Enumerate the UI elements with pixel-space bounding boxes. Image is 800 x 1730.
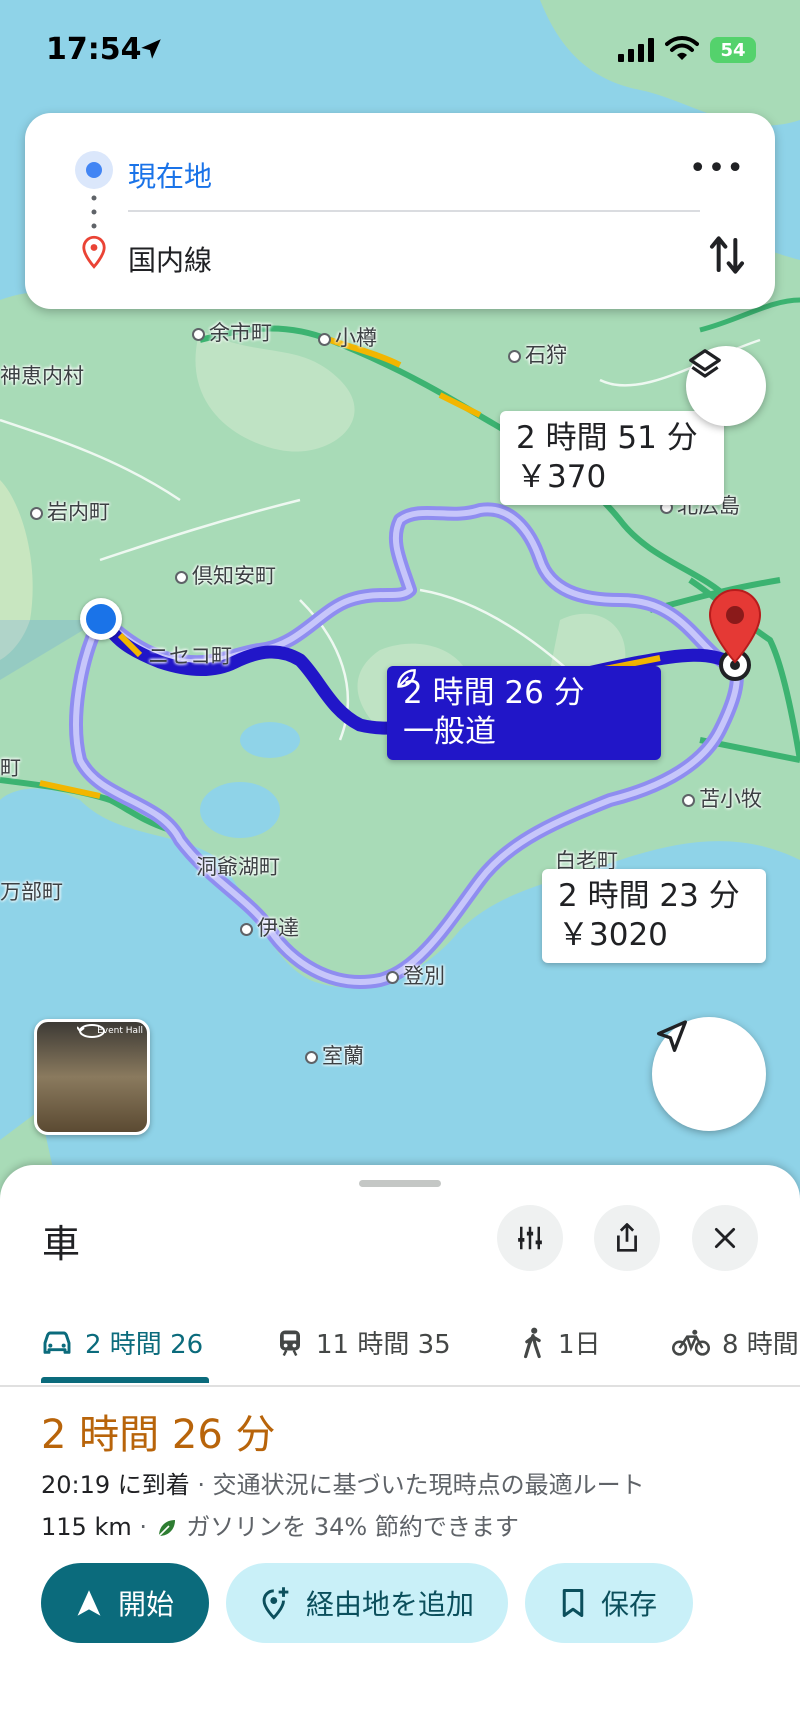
tab-label: 1日 xyxy=(558,1330,601,1360)
place-label: 苫小牧 xyxy=(682,783,762,813)
tab-car[interactable]: 2 時間 26 xyxy=(41,1324,203,1361)
route-detail: ￥370 xyxy=(516,458,607,495)
save-button[interactable]: 保存 xyxy=(525,1563,693,1643)
wifi-icon xyxy=(665,36,699,60)
layers-button[interactable] xyxy=(686,346,766,426)
battery-indicator: 54 xyxy=(710,37,756,63)
location-arrow-icon xyxy=(141,39,161,59)
bike-icon xyxy=(672,1329,710,1356)
place-label: 岩内町 xyxy=(30,496,110,526)
directions-sheet: 車 2 時間 26 11 時間 35 1日 8 時間 2 時間 26 分 20:… xyxy=(0,1165,800,1730)
route-distance: 115 km xyxy=(41,1513,132,1541)
route-callout-alt2[interactable]: 2 時間 23 分 ￥3020 xyxy=(542,869,766,963)
navigation-start-icon xyxy=(77,1590,101,1616)
place-label: 万部町 xyxy=(0,880,63,904)
destination-text: 国内線 xyxy=(128,244,213,277)
destination-pin-icon xyxy=(708,588,762,664)
arrival-info: 20:19 に到着 · 交通状況に基づいた現時点の最適ルート xyxy=(41,1465,645,1500)
field-divider xyxy=(128,210,700,212)
add-location-icon xyxy=(262,1587,289,1620)
close-button[interactable] xyxy=(692,1205,758,1271)
route-time: 2 時間 51 分 xyxy=(516,420,698,456)
car-icon xyxy=(43,1331,71,1354)
eco-leaf-icon xyxy=(158,1520,175,1537)
route-callout-alt1[interactable]: 2 時間 51 分 ￥370 xyxy=(500,411,724,505)
street-view-thumbnail[interactable]: Event Hall xyxy=(34,1019,150,1135)
place-label: 石狩 xyxy=(508,339,567,369)
tune-icon xyxy=(518,1226,542,1250)
status-time: 17:54 xyxy=(46,32,142,67)
current-location-dot xyxy=(80,598,122,640)
route-duration: 2 時間 26 分 xyxy=(41,1412,276,1458)
tab-label: 2 時間 26 xyxy=(85,1330,204,1360)
origin-text: 現在地 xyxy=(128,160,213,193)
distance-info: 115 km · ガソリンを 34% 節約できます xyxy=(41,1513,519,1541)
tab-bike[interactable]: 8 時間 xyxy=(672,1324,799,1361)
eco-leaf-icon xyxy=(397,669,416,688)
route-callout-selected[interactable]: 2 時間 26 分 一般道 xyxy=(387,666,661,760)
route-detail: 一般道 xyxy=(403,713,496,750)
save-label: 保存 xyxy=(600,1588,657,1621)
arrival-note: · 交通状況に基づいた現時点の最適ルート xyxy=(189,1471,645,1499)
origin-field[interactable]: 現在地 ••• xyxy=(25,141,775,201)
rotate-360-icon xyxy=(77,1024,105,1038)
walk-icon xyxy=(524,1327,541,1358)
signal-icon xyxy=(618,38,654,62)
mode-title: 車 xyxy=(42,1222,81,1266)
more-options-button[interactable]: ••• xyxy=(689,151,745,186)
origin-dot-icon xyxy=(75,151,113,189)
bookmark-icon xyxy=(562,1589,584,1617)
recenter-button[interactable] xyxy=(652,1017,766,1131)
arrival-time: 20:19 に到着 xyxy=(41,1471,190,1499)
start-button[interactable]: 開始 xyxy=(41,1563,209,1643)
place-label: ニセコ町 xyxy=(148,644,232,668)
place-label: 室蘭 xyxy=(305,1040,364,1070)
status-bar: 17:54 54 xyxy=(0,0,800,100)
directions-card: 現在地 ••• 国内線 xyxy=(25,113,775,309)
start-label: 開始 xyxy=(117,1588,174,1621)
place-label: 洞爺湖町 xyxy=(196,855,280,879)
share-button[interactable] xyxy=(594,1205,660,1271)
active-tab-indicator xyxy=(41,1377,209,1383)
location-pin-icon xyxy=(82,235,106,269)
navigation-arrow-icon xyxy=(657,1020,687,1052)
tab-walk[interactable]: 1日 xyxy=(520,1324,601,1361)
add-stop-label: 経由地を追加 xyxy=(305,1588,474,1621)
place-label: 登別 xyxy=(386,960,445,990)
share-icon xyxy=(617,1223,637,1252)
tab-label: 8 時間 xyxy=(722,1330,799,1360)
place-label: 倶知安町 xyxy=(175,560,276,590)
route-detail: ￥3020 xyxy=(558,916,668,953)
route-time: 2 時間 26 分 xyxy=(403,675,585,711)
travel-mode-tabs: 2 時間 26 11 時間 35 1日 8 時間 xyxy=(0,1310,800,1387)
train-icon xyxy=(280,1330,300,1356)
close-icon xyxy=(714,1227,736,1249)
drag-handle[interactable] xyxy=(359,1180,441,1187)
place-label: 町 xyxy=(0,756,21,780)
layers-icon xyxy=(689,349,721,378)
place-label: 神恵内村 xyxy=(0,364,84,388)
route-options-button[interactable] xyxy=(497,1205,563,1271)
route-time: 2 時間 23 分 xyxy=(558,878,740,914)
tab-label: 11 時間 35 xyxy=(316,1330,451,1360)
place-label: 余市町 xyxy=(192,317,272,347)
place-label: 小樽 xyxy=(318,322,377,352)
add-stop-button[interactable]: 経由地を追加 xyxy=(226,1563,508,1643)
place-label: 伊達 xyxy=(240,912,299,942)
destination-field[interactable]: 国内線 xyxy=(25,223,775,283)
tab-transit[interactable]: 11 時間 35 xyxy=(276,1324,451,1361)
eco-savings: ガソリンを 34% 節約できます xyxy=(186,1513,519,1541)
swap-icon[interactable] xyxy=(707,233,747,277)
